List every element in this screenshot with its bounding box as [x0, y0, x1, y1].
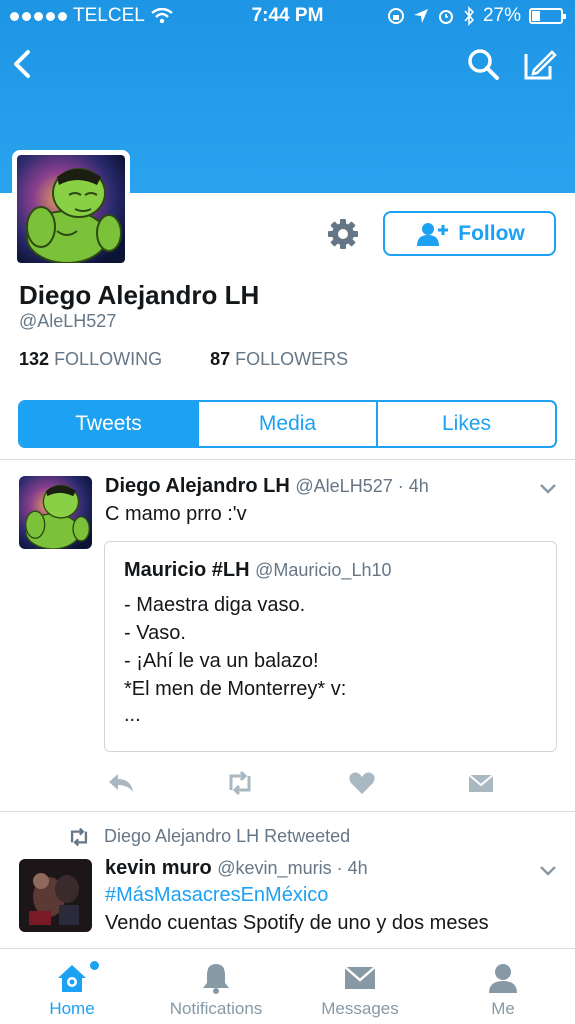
search-icon — [468, 49, 499, 80]
person-icon — [489, 964, 517, 993]
followers-count: 87 — [210, 349, 231, 369]
tab-home-label: Home — [49, 999, 95, 1018]
tab-messages-label: Messages — [321, 999, 399, 1018]
followers-stat[interactable]: 87 FOLLOWERS — [210, 349, 348, 370]
tab-home[interactable]: Home — [2, 949, 142, 1024]
following-label: FOLLOWING — [54, 349, 163, 369]
profile-avatar[interactable] — [12, 150, 130, 268]
tab-messages[interactable]: Messages — [290, 949, 430, 1024]
profile-tabs: Tweets Media Likes — [18, 400, 557, 448]
profile-display-name: Diego Alejandro LH — [19, 280, 260, 310]
home-icon — [58, 965, 86, 992]
quoted-line: ... — [124, 704, 141, 726]
location-icon — [413, 9, 428, 23]
retweet-icon[interactable] — [225, 770, 255, 796]
avatar-image — [17, 155, 125, 263]
alarm-icon — [438, 10, 453, 24]
status-bar: TELCEL 7:44 PM 27% — [0, 0, 575, 34]
direct-message-icon[interactable] — [466, 770, 496, 796]
tweet-avatar[interactable] — [19, 859, 92, 932]
tweet-author-name[interactable]: kevin muro — [105, 857, 212, 879]
back-button[interactable] — [8, 44, 40, 84]
divider — [0, 459, 575, 460]
add-user-icon — [417, 222, 449, 246]
reply-icon[interactable] — [106, 770, 136, 796]
tweet-header: Diego Alejandro LH @AleLH527 · 4h — [105, 475, 429, 498]
new-content-dot — [90, 961, 99, 970]
quoted-tweet[interactable]: Mauricio #LH @Mauricio_Lh10 - Maestra di… — [104, 541, 557, 752]
profile-screen: TELCEL 7:44 PM 27% Follow Diego Alejandr… — [0, 0, 575, 1024]
rotation-lock-icon — [387, 8, 404, 24]
chevron-down-icon[interactable] — [538, 864, 558, 878]
profile-stats: 132 FOLLOWING 87 FOLLOWERS — [19, 349, 348, 370]
tweet-header: kevin muro @kevin_muris · 4h — [105, 857, 368, 880]
retweet-note: Diego Alejandro LH Retweeted — [66, 826, 350, 847]
tweet-meta: @AleLH527 · 4h — [295, 476, 429, 496]
compose-icon — [524, 50, 557, 80]
tweet-author-name[interactable]: Diego Alejandro LH — [105, 475, 290, 497]
profile-handle: @AleLH527 — [19, 311, 117, 331]
envelope-icon — [344, 966, 376, 989]
quoted-line: - ¡Ahí le va un balazo! — [124, 650, 319, 672]
quoted-author-name: Mauricio #LH — [124, 559, 250, 581]
battery-percent: 27% — [482, 5, 521, 26]
bell-icon — [203, 964, 229, 994]
tab-likes[interactable]: Likes — [376, 402, 555, 446]
tweet-text: C mamo prro :'v — [105, 503, 247, 525]
quoted-line: - Maestra diga vaso. — [124, 594, 306, 616]
compose-tweet-button[interactable] — [522, 46, 558, 82]
bluetooth-icon — [464, 6, 475, 26]
tweet-avatar[interactable] — [19, 476, 92, 549]
tab-me[interactable]: Me — [433, 949, 573, 1024]
avatar-image — [19, 859, 92, 932]
tab-notifications-label: Notifications — [169, 999, 263, 1018]
chevron-down-icon[interactable] — [538, 482, 558, 496]
settings-button[interactable] — [326, 217, 360, 251]
follow-button-label: Follow — [458, 221, 525, 245]
chevron-left-icon — [14, 50, 30, 78]
following-count: 132 — [19, 349, 50, 369]
battery-icon — [529, 8, 566, 24]
tweet-text: Vendo cuentas Spotify de uno y dos meses — [105, 912, 489, 934]
bottom-tab-bar: Home Notifications Messages Me — [0, 948, 575, 1024]
follow-button[interactable]: Follow — [383, 211, 556, 256]
following-stat[interactable]: 132 FOLLOWING — [19, 349, 162, 370]
quoted-tweet-header: Mauricio #LH @Mauricio_Lh10 — [124, 559, 392, 582]
followers-label: FOLLOWERS — [235, 349, 349, 369]
tweet-meta: @kevin_muris · 4h — [217, 858, 368, 878]
tab-media[interactable]: Media — [197, 402, 376, 446]
like-icon[interactable] — [347, 770, 377, 796]
divider — [0, 811, 575, 812]
search-button[interactable] — [465, 46, 501, 82]
avatar-image — [19, 476, 92, 549]
quoted-author-handle: @Mauricio_Lh10 — [255, 560, 392, 580]
gear-icon — [328, 219, 358, 249]
tweet-actions — [0, 764, 575, 804]
retweet-note-text[interactable]: Diego Alejandro LH Retweeted — [104, 826, 350, 847]
tab-tweets[interactable]: Tweets — [20, 402, 197, 446]
quoted-line: *El men de Monterrey* v: — [124, 678, 347, 700]
tab-me-label: Me — [491, 999, 515, 1018]
tweet-hashtag[interactable]: #MásMasacresEnMéxico — [105, 884, 328, 907]
retweet-icon — [70, 827, 88, 846]
tab-notifications[interactable]: Notifications — [146, 949, 286, 1024]
quoted-line: - Vaso. — [124, 622, 186, 644]
